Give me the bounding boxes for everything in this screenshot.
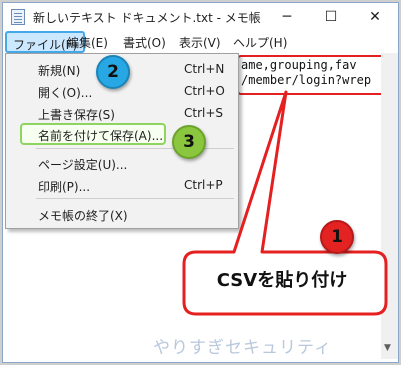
step-2-marker: 2 — [96, 55, 130, 89]
scroll-down-arrow-icon[interactable]: ▼ — [384, 343, 391, 353]
window-title: 新しいテキスト ドキュメント.txt - メモ帳 — [33, 11, 261, 25]
menu-item-label: 開く(O)... — [38, 86, 93, 100]
menu-item-save-as[interactable]: 名前を付けて保存(A)... — [20, 123, 166, 145]
close-button[interactable]: ✕ — [353, 3, 397, 31]
menu-item-label: 上書き保存(S) — [38, 108, 115, 122]
menu-item-label: メモ帳の終了(X) — [38, 209, 128, 223]
menu-format[interactable]: 書式(O) — [123, 34, 166, 51]
menu-item-label: 名前を付けて保存(A)... — [38, 129, 164, 143]
watermark-text: やりすぎセキュリティ — [153, 338, 332, 358]
menu-item-label: 新規(N) — [38, 64, 81, 78]
menu-bar: ファイル(F) 編集(E) 書式(O) 表示(V) ヘルプ(H) — [3, 31, 398, 53]
pasted-text-highlight — [237, 55, 387, 95]
menu-item-shortcut: Ctrl+O — [184, 84, 225, 98]
menu-item-label: ページ設定(U)... — [38, 158, 128, 172]
menu-edit[interactable]: 編集(E) — [67, 34, 108, 51]
notepad-app-icon — [11, 9, 25, 25]
menu-help[interactable]: ヘルプ(H) — [233, 34, 287, 51]
menu-item-shortcut: Ctrl+P — [184, 178, 223, 192]
vertical-scrollbar[interactable] — [381, 53, 398, 359]
step-3-marker: 3 — [172, 125, 206, 159]
menu-item-page-setup[interactable]: ページ設定(U)... — [6, 152, 238, 174]
menu-item-label: 印刷(P)... — [38, 180, 91, 194]
menu-item-shortcut: Ctrl+S — [184, 106, 224, 120]
menu-item-exit[interactable]: メモ帳の終了(X) — [6, 203, 238, 225]
screenshot-frame: 新しいテキスト ドキュメント.txt - メモ帳 ─ ☐ ✕ ファイル(F) 編… — [0, 0, 401, 365]
menu-view[interactable]: 表示(V) — [179, 34, 221, 51]
menu-item-print[interactable]: 印刷(P)... Ctrl+P — [6, 174, 238, 196]
title-bar: 新しいテキスト ドキュメント.txt - メモ帳 ─ ☐ ✕ — [3, 3, 398, 31]
speech-bubble-text: CSVを貼り付け — [216, 270, 348, 291]
notepad-window: 新しいテキスト ドキュメント.txt - メモ帳 ─ ☐ ✕ ファイル(F) 編… — [2, 2, 399, 363]
menu-item-shortcut: Ctrl+N — [184, 62, 225, 76]
menu-item-save[interactable]: 上書き保存(S) Ctrl+S — [6, 102, 238, 124]
menu-separator — [36, 198, 234, 199]
step-1-marker: 1 — [320, 220, 354, 254]
minimize-button[interactable]: ─ — [265, 3, 309, 31]
maximize-button[interactable]: ☐ — [309, 3, 353, 31]
